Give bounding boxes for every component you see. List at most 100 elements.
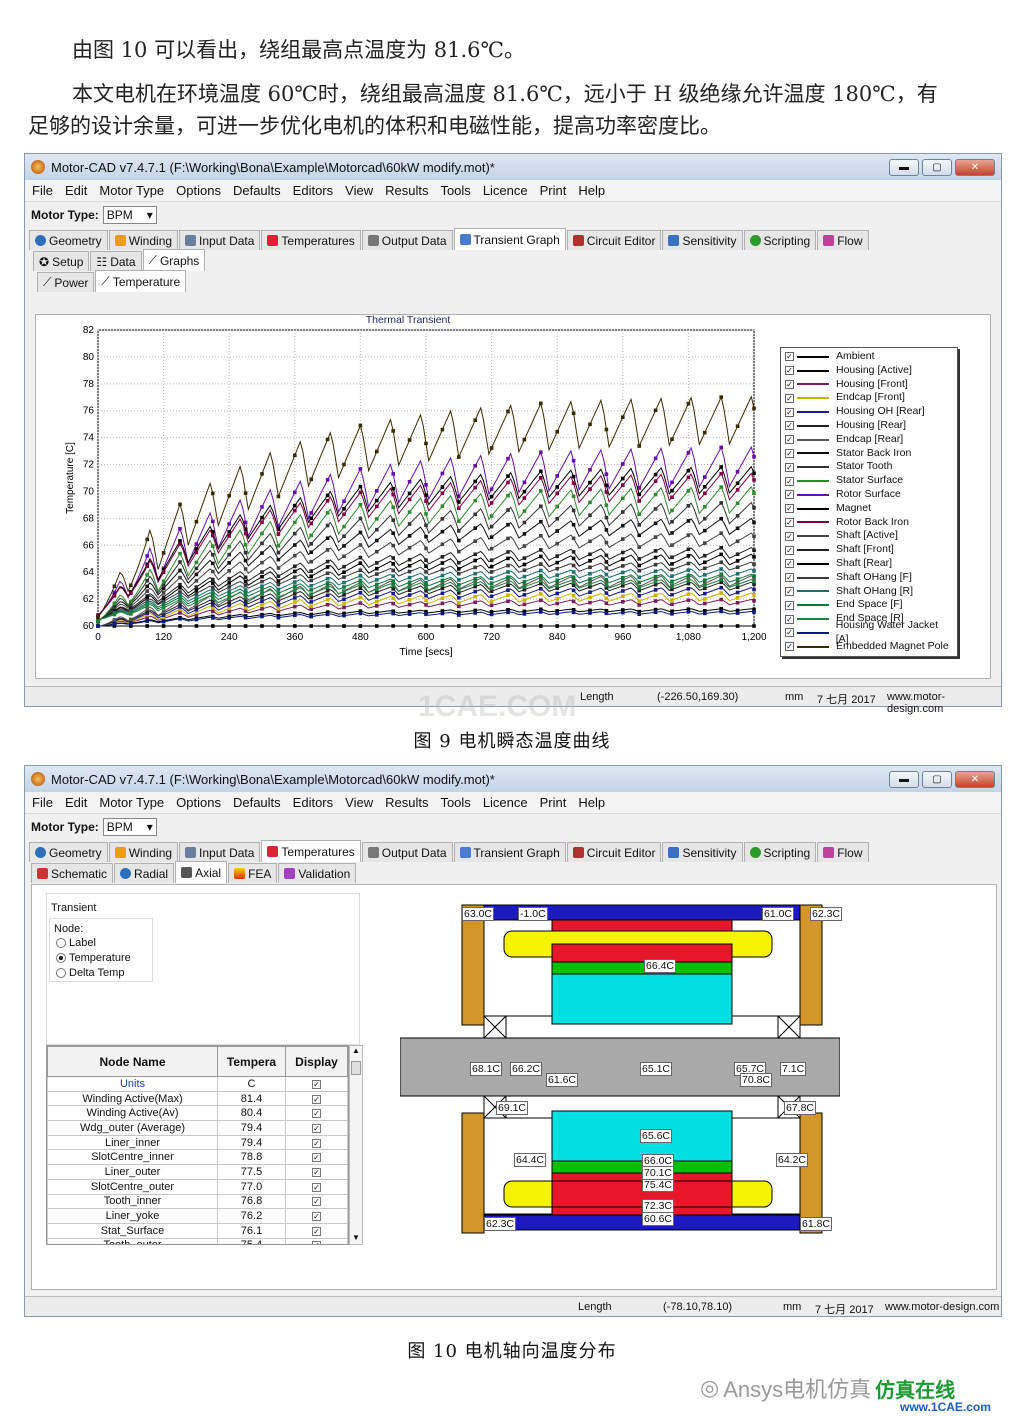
legend-checkbox[interactable]: ✓	[785, 573, 794, 583]
display-checkbox[interactable]: ✓	[285, 1222, 348, 1239]
tab-transient-graph[interactable]: Transient Graph	[453, 842, 566, 862]
motor-type-select[interactable]: BPM ▾	[102, 206, 157, 224]
close-button[interactable]: ✕	[955, 158, 995, 176]
display-checkbox[interactable]: ✓	[285, 1120, 348, 1136]
menu-motor-type[interactable]: Motor Type	[99, 183, 164, 198]
display-checkbox[interactable]: ✓	[285, 1208, 348, 1224]
menu-editors[interactable]: Editors	[293, 183, 333, 198]
legend-checkbox[interactable]: ✓	[785, 517, 794, 527]
tab-geometry[interactable]: Geometry	[29, 230, 108, 250]
legend-item[interactable]: ✓ Rotor Surface	[785, 488, 953, 502]
table-row[interactable]: Liner_yoke 76.2 ✓	[47, 1208, 348, 1224]
tab-circuit-editor[interactable]: Circuit Editor	[566, 842, 662, 862]
display-checkbox[interactable]: ✓	[285, 1237, 348, 1244]
tab-transient-graph[interactable]: Transient Graph	[453, 228, 566, 250]
legend-checkbox[interactable]: ✓	[785, 421, 794, 431]
legend-checkbox[interactable]: ✓	[785, 435, 794, 445]
tab-winding[interactable]: Winding	[108, 842, 179, 862]
tab-input-data[interactable]: Input Data	[179, 842, 261, 862]
table-row[interactable]: SlotCentre_outer 77.0 ✓	[47, 1178, 348, 1195]
menu-edit[interactable]: Edit	[65, 183, 87, 198]
radio-label[interactable]: Label	[56, 937, 96, 949]
legend-item[interactable]: ✓ Housing [Front]	[785, 378, 953, 392]
legend-item[interactable]: ✓ Endcap [Front]	[785, 391, 953, 405]
tab-fea[interactable]: FEA	[228, 863, 278, 883]
legend-checkbox[interactable]: ✓	[785, 448, 794, 458]
display-checkbox[interactable]: ✓	[285, 1090, 348, 1107]
col-temperature[interactable]: Tempera	[217, 1046, 286, 1077]
legend-checkbox[interactable]: ✓	[785, 545, 794, 555]
tab-setup[interactable]: ✪ Setup	[33, 251, 90, 271]
tab-flow[interactable]: Flow	[817, 230, 869, 250]
scroll-thumb[interactable]	[351, 1061, 361, 1075]
tab-output-data[interactable]: Output Data	[361, 230, 453, 250]
table-row[interactable]: SlotCentre_inner 78.8 ✓	[47, 1149, 348, 1166]
tab-input-data[interactable]: Input Data	[179, 230, 261, 250]
radio-delta-temp[interactable]: Delta Temp	[56, 967, 124, 979]
legend-item[interactable]: ✓ Stator Back Iron	[785, 447, 953, 461]
tab-temperatures[interactable]: Temperatures	[261, 230, 361, 250]
tab-schematic[interactable]: Schematic	[31, 863, 114, 883]
legend-checkbox[interactable]: ✓	[785, 628, 794, 638]
menu-licence[interactable]: Licence	[483, 183, 528, 198]
legend-checkbox[interactable]: ✓	[785, 476, 794, 486]
menu-motor-type[interactable]: Motor Type	[99, 795, 164, 810]
menu-view[interactable]: View	[345, 183, 373, 198]
legend-checkbox[interactable]: ✓	[785, 379, 794, 389]
close-button[interactable]: ✕	[955, 770, 995, 788]
menu-print[interactable]: Print	[540, 795, 567, 810]
legend-item[interactable]: ✓ Magnet	[785, 502, 953, 516]
legend-item[interactable]: ✓ Embedded Magnet Pole	[785, 640, 953, 654]
legend-checkbox[interactable]: ✓	[785, 462, 794, 472]
legend-item[interactable]: ✓ Housing [Active]	[785, 364, 953, 378]
table-row[interactable]: Tooth_inner 76.8 ✓	[47, 1193, 348, 1210]
maximize-button[interactable]: ▢	[922, 770, 952, 788]
radio-temperature[interactable]: Temperature	[56, 952, 131, 964]
legend-item[interactable]: ✓ Housing OH [Rear]	[785, 405, 953, 419]
tab-sensitivity[interactable]: Sensitivity	[662, 842, 743, 862]
table-row[interactable]: Tooth_outer75.4✓	[47, 1237, 348, 1244]
legend-item[interactable]: ✓ End Space [F]	[785, 598, 953, 612]
minimize-button[interactable]: ▬	[889, 158, 919, 176]
tab-scripting[interactable]: Scripting	[743, 230, 817, 250]
display-checkbox[interactable]: ✓	[285, 1105, 348, 1122]
legend-item[interactable]: ✓ Housing [Rear]	[785, 419, 953, 433]
display-checkbox[interactable]: ✓	[285, 1149, 348, 1166]
legend-item[interactable]: ✓ Endcap [Rear]	[785, 433, 953, 447]
legend-checkbox[interactable]: ✓	[785, 504, 794, 514]
legend-checkbox[interactable]: ✓	[785, 559, 794, 569]
legend-item[interactable]: ✓ Shaft [Front]	[785, 543, 953, 557]
tab-axial[interactable]: Axial	[175, 861, 228, 883]
tab-graphs[interactable]: ⟋ Graphs	[142, 249, 206, 271]
legend-item[interactable]: ✓ Housing Water Jacket [A]	[785, 619, 953, 645]
table-row[interactable]: Units C ✓	[47, 1076, 348, 1092]
tab-output-data[interactable]: Output Data	[361, 842, 453, 862]
legend-item[interactable]: ✓ Stator Tooth	[785, 460, 953, 474]
tab-flow[interactable]: Flow	[817, 842, 869, 862]
legend-item[interactable]: ✓ Shaft OHang [R]	[785, 585, 953, 599]
display-checkbox[interactable]: ✓	[285, 1193, 348, 1210]
tab-geometry[interactable]: Geometry	[29, 842, 108, 862]
legend-item[interactable]: ✓ Shaft [Active]	[785, 529, 953, 543]
legend-checkbox[interactable]: ✓	[785, 600, 794, 610]
maximize-button[interactable]: ▢	[922, 158, 952, 176]
tab-temperatures[interactable]: Temperatures	[261, 840, 361, 862]
tab-data[interactable]: ☷ Data	[90, 251, 142, 271]
legend-checkbox[interactable]: ✓	[785, 407, 794, 417]
tab-circuit-editor[interactable]: Circuit Editor	[566, 230, 662, 250]
display-checkbox[interactable]: ✓	[285, 1076, 348, 1092]
table-row[interactable]: Wdg_outer (Average) 79.4 ✓	[47, 1120, 348, 1136]
table-row[interactable]: Liner_outer 77.5 ✓	[47, 1164, 348, 1180]
legend-checkbox[interactable]: ✓	[785, 642, 794, 652]
menu-defaults[interactable]: Defaults	[233, 183, 281, 198]
table-row[interactable]: Winding Active(Av) 80.4 ✓	[47, 1105, 348, 1122]
menu-file[interactable]: File	[32, 183, 53, 198]
tab-temperature[interactable]: ⟋ Temperature	[95, 270, 187, 292]
display-checkbox[interactable]: ✓	[285, 1178, 348, 1195]
legend-item[interactable]: ✓ Stator Surface	[785, 474, 953, 488]
col-display[interactable]: Display	[285, 1046, 348, 1077]
display-checkbox[interactable]: ✓	[285, 1134, 348, 1151]
menu-view[interactable]: View	[345, 795, 373, 810]
table-scrollbar[interactable]: ▲ ▼	[349, 1045, 363, 1245]
menu-results[interactable]: Results	[385, 795, 428, 810]
